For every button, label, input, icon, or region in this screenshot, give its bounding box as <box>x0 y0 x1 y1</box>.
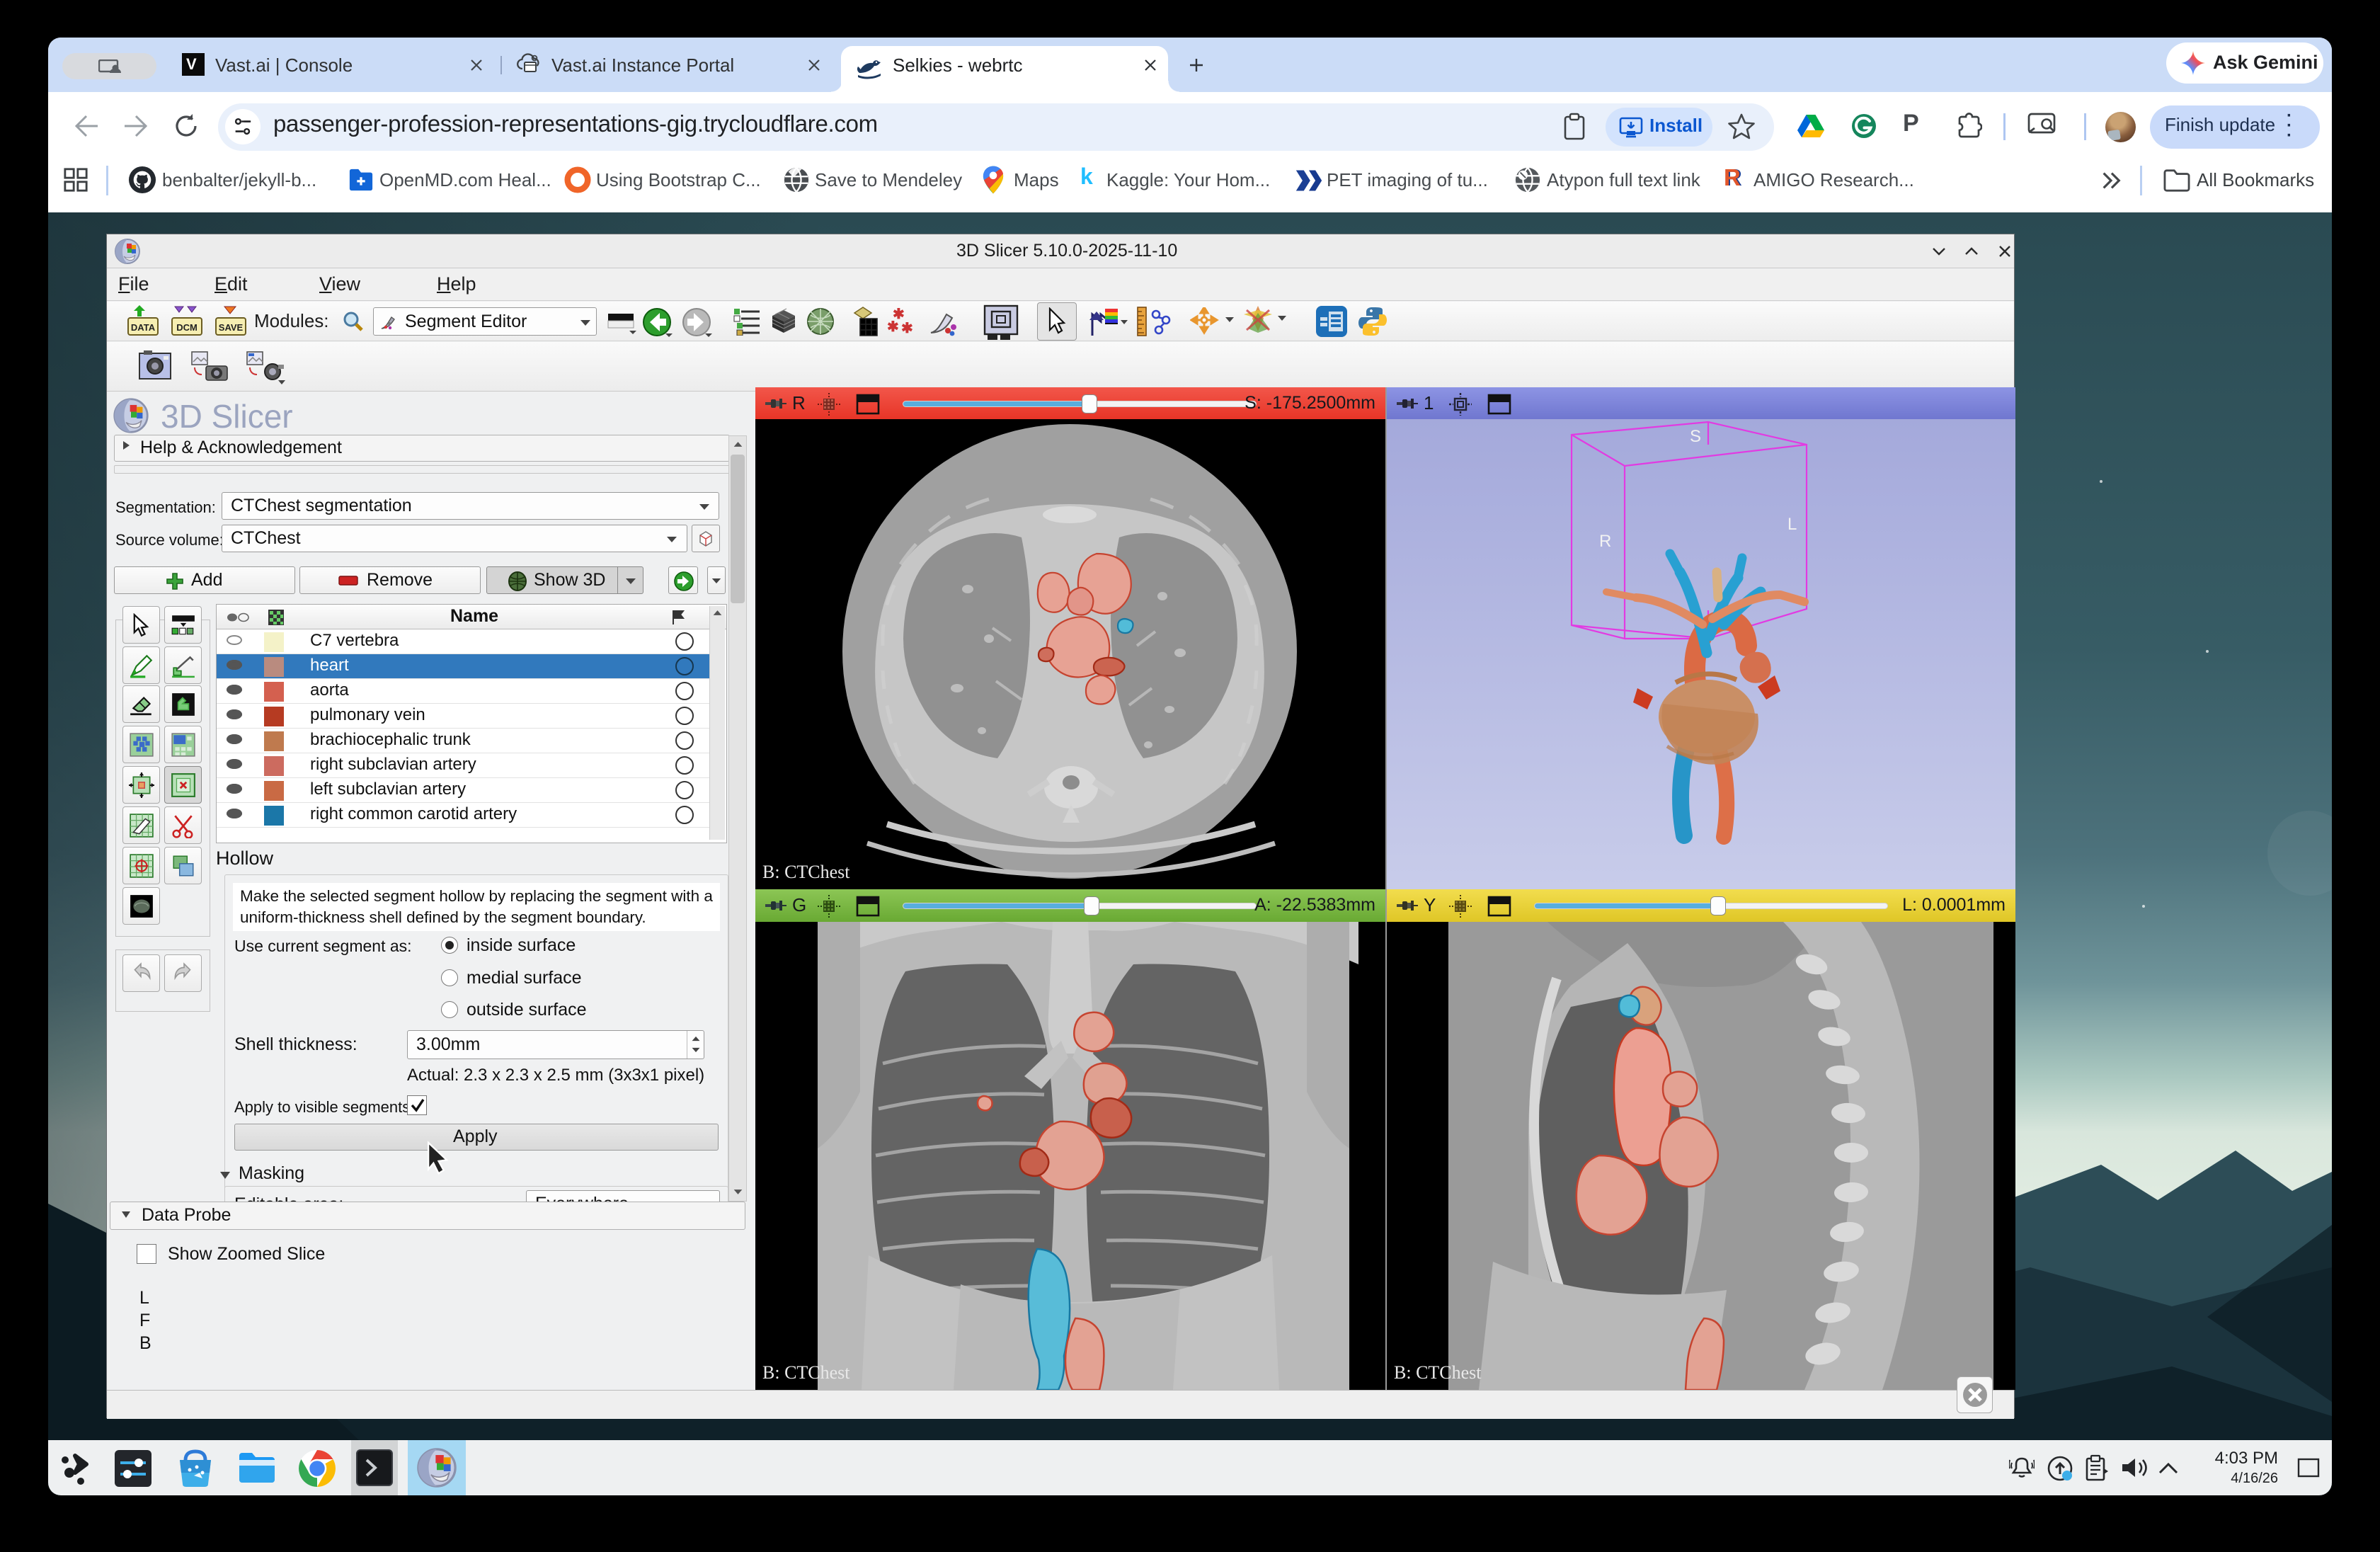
svg-text:✱: ✱ <box>901 321 913 336</box>
svg-text:DATA: DATA <box>131 322 156 333</box>
svg-text:R: R <box>1599 532 1611 551</box>
svg-text:B: CTChest: B: CTChest <box>762 862 850 882</box>
svg-text:✱: ✱ <box>887 319 899 335</box>
svg-text:B: CTChest: B: CTChest <box>762 1362 850 1383</box>
svg-text:B: CTChest: B: CTChest <box>1394 1362 1482 1383</box>
svg-text:DCM: DCM <box>176 322 198 333</box>
svg-text:SAVE: SAVE <box>219 322 244 333</box>
svg-text:S: S <box>1690 427 1701 446</box>
svg-text:L: L <box>1787 515 1797 534</box>
